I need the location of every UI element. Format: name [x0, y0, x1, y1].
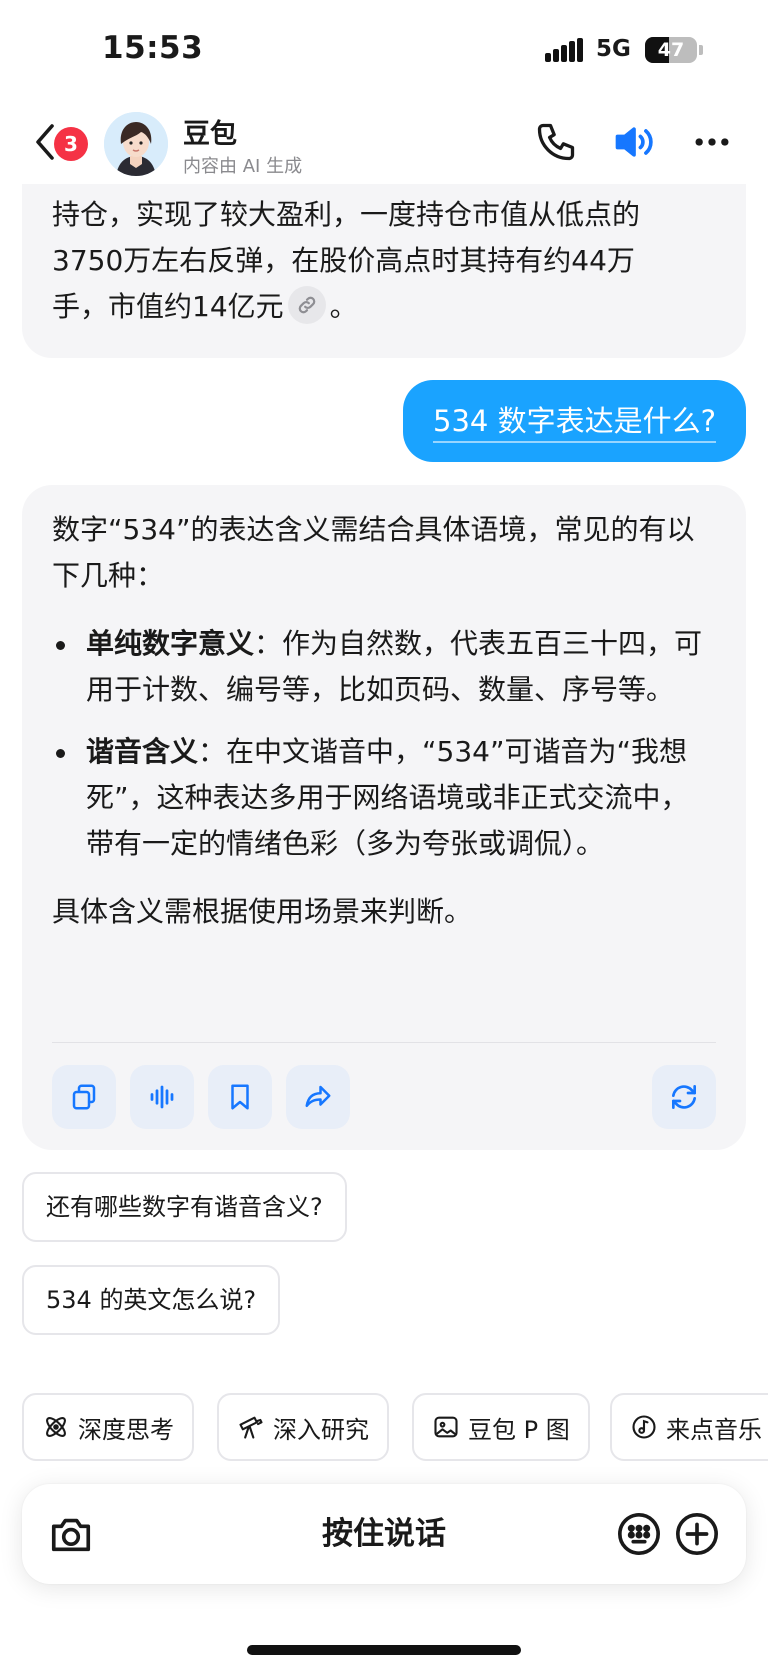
answer-actions [52, 1065, 716, 1129]
tool-label: 深入研究 [273, 1415, 369, 1444]
atom-icon [46, 1417, 66, 1437]
signal-icon [545, 38, 585, 62]
status-time: 15:53 [102, 30, 204, 66]
bullet-title: 单纯数字意义 [86, 627, 255, 660]
tool-label: 来点音乐 [666, 1415, 762, 1444]
chat-screen: 次解套，但他在长期持股过程中通过不断补仓和 持仓，实现了较大盈利，一度持仓市值从… [0, 0, 768, 1665]
phone-icon[interactable] [534, 120, 578, 164]
copy-icon [72, 1084, 96, 1110]
user-message-bubble[interactable]: 534 数字表达是什么? [403, 380, 746, 462]
speaker-icon[interactable] [612, 120, 656, 164]
bullet-title: 谐音含义 [86, 735, 199, 768]
ai-answer-bullet: 谐音含义：在中文谐音中，“534”可谐音为“我想死”，这种表达多用于网络语境或非… [52, 729, 716, 867]
source-link-icon[interactable] [287, 286, 326, 324]
battery-icon: 47 [645, 37, 697, 63]
battery-level-text: 47 [657, 39, 685, 61]
suggestion-chip[interactable]: 还有哪些数字有谐音含义? [22, 1172, 347, 1242]
image-edit-tool[interactable]: 豆包 P 图 [412, 1393, 590, 1461]
home-indicator [247, 1645, 521, 1655]
ai-answer-list: 单纯数字意义：作为自然数，代表五百三十四，可用于计数、编号等，比如页码、数量、序… [52, 621, 716, 867]
camera-icon[interactable] [48, 1511, 94, 1557]
music-icon [632, 1415, 656, 1439]
refresh-icon [672, 1085, 696, 1109]
image-edit-icon [434, 1416, 458, 1438]
ai-answer-bubble: 数字“534”的表达含义需结合具体语境，常见的有以下几种： 单纯数字意义：作为自… [22, 485, 746, 1150]
network-type: 5G [596, 36, 631, 62]
ai-answer-conclusion: 具体含义需根据使用场景来判断。 [52, 895, 473, 928]
ai-disclaimer: 内容由 AI 生成 [183, 156, 303, 177]
share-icon [305, 1085, 331, 1107]
bot-avatar[interactable] [104, 112, 168, 176]
answer-divider [52, 1042, 716, 1043]
ai-answer-bullet: 单纯数字意义：作为自然数，代表五百三十四，可用于计数、编号等，比如页码、数量、序… [52, 621, 716, 713]
prev-message-line: 持仓，实现了较大盈利，一度持仓市值从低点的 [52, 198, 641, 231]
prev-message-line: 手，市值约14亿元 。 [52, 284, 716, 330]
status-bar: 15:53 5G 47 [0, 0, 768, 100]
add-icon[interactable] [674, 1511, 720, 1557]
deep-thinking-tool[interactable]: 深度思考 [22, 1393, 194, 1461]
prev-message-end: 。 [329, 290, 358, 323]
more-icon[interactable] [690, 120, 734, 164]
chat-header: 3 豆包 内容由 AI 生成 [0, 100, 768, 184]
bot-name: 豆包 [183, 119, 237, 150]
voice-wave-icon [150, 1085, 174, 1109]
keyboard-icon[interactable] [616, 1511, 662, 1557]
suggestion-chip[interactable]: 534 的英文怎么说? [22, 1265, 281, 1335]
battery-tip [699, 45, 703, 55]
tool-label: 豆包 P 图 [468, 1415, 570, 1444]
regenerate-button[interactable] [652, 1065, 716, 1129]
unread-badge: 3 [54, 127, 88, 161]
bookmark-button[interactable] [208, 1065, 272, 1129]
share-button[interactable] [286, 1065, 350, 1129]
deep-research-tool[interactable]: 深入研究 [217, 1393, 389, 1461]
telescope-icon [239, 1416, 263, 1439]
music-tool[interactable]: 来点音乐 [610, 1393, 768, 1461]
input-bar: 按住说话 [22, 1484, 746, 1584]
ai-answer-intro: 数字“534”的表达含义需结合具体语境，常见的有以下几种： [52, 513, 695, 592]
bookmark-icon [231, 1084, 249, 1110]
chat-area[interactable]: 次解套，但他在长期持股过程中通过不断补仓和 持仓，实现了较大盈利，一度持仓市值从… [0, 0, 768, 1665]
tool-label: 深度思考 [78, 1415, 174, 1444]
copy-button[interactable] [52, 1065, 116, 1129]
user-message-text: 534 数字表达是什么? [433, 404, 716, 443]
tool-shortcuts: 深度思考 深入研究 豆包 P 图 来点音乐 [0, 1393, 768, 1463]
prev-message-last-text: 手，市值约14亿元 [52, 290, 284, 323]
prev-message-line: 3750万左右反弹，在股价高点时其持有约44万 [52, 244, 635, 277]
read-aloud-button[interactable] [130, 1065, 194, 1129]
